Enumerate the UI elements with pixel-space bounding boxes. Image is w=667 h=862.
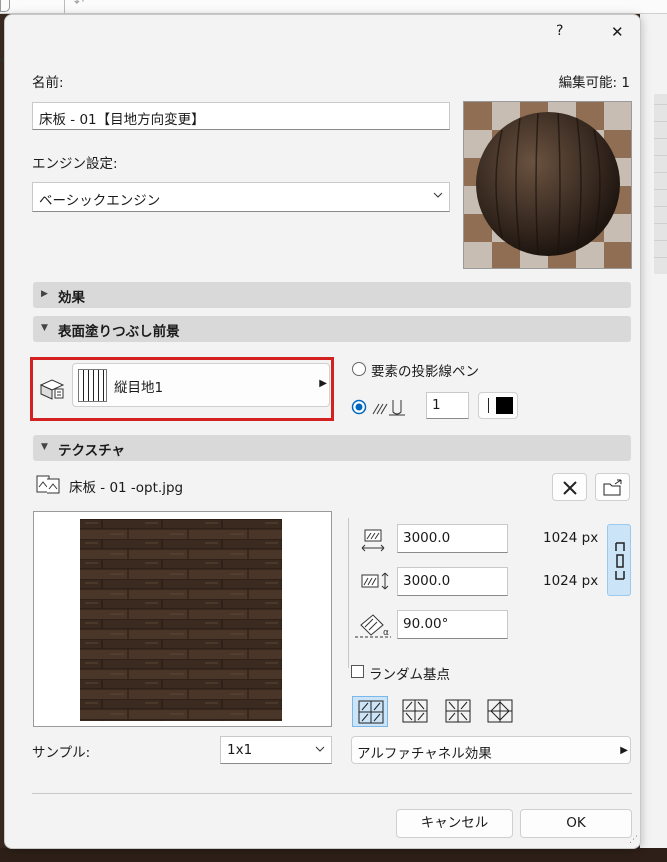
- texture-file-name: 床板 - 01 -opt.jpg: [69, 480, 184, 496]
- radio-element-pen-label: 要素の投影線ペン: [371, 364, 479, 380]
- engine-select-value: ベーシックエンジン: [39, 193, 161, 209]
- expanded-triangle-icon: ▼: [41, 323, 48, 333]
- name-input[interactable]: 床板 - 01【目地方向変更】: [32, 102, 450, 130]
- fill-pattern-swatch: [78, 369, 107, 402]
- sample-label: サンプル:: [32, 745, 91, 761]
- background-app-panel: [640, 14, 667, 849]
- resize-grip-icon[interactable]: ⋰: [629, 835, 638, 845]
- background-floor: [0, 848, 667, 862]
- pen-line-icon: [488, 398, 489, 413]
- background-icon: [0, 0, 10, 12]
- checkbox-box: [351, 665, 364, 678]
- chevron-down-icon: [433, 190, 443, 200]
- grid-align-icon: [445, 699, 471, 723]
- align-option-4[interactable]: [482, 696, 518, 727]
- close-button[interactable]: ✕: [611, 23, 624, 41]
- effects-section-title: 効果: [58, 290, 85, 306]
- folder-open-icon: [603, 479, 622, 496]
- chain-link-icon: [615, 542, 625, 580]
- sample-select[interactable]: 1x1: [220, 736, 332, 764]
- random-origin-label: ランダム基点: [369, 667, 450, 683]
- material-settings-dialog: ? ✕ 名前: 編集可能: 1 床板 - 01【目地方向変更】 エンジン設定: …: [4, 14, 641, 849]
- align-option-1[interactable]: [352, 696, 388, 727]
- material-preview: [463, 101, 632, 269]
- svg-text:α: α: [383, 628, 389, 638]
- divider: [348, 518, 349, 668]
- close-icon: [563, 481, 577, 495]
- fill-pattern-icon: [38, 377, 66, 401]
- fill-pattern-name: 縦目地1: [114, 380, 164, 396]
- name-label: 名前:: [32, 75, 64, 91]
- grid-align-icon: [402, 699, 428, 723]
- grid-align-icon: [487, 699, 513, 723]
- pen-color-swatch: [496, 397, 513, 414]
- texture-section-title: テクスチャ: [58, 443, 125, 459]
- texture-angle-input[interactable]: 90.00°: [397, 610, 508, 639]
- texture-image: [80, 519, 282, 721]
- texture-height-input[interactable]: 3000.0: [397, 567, 508, 596]
- texture-width-icon: [360, 528, 386, 552]
- background-app-toolbar: ↶: [0, 0, 667, 14]
- pen-color-button[interactable]: [478, 392, 518, 419]
- expanded-triangle-icon: ▼: [41, 442, 48, 452]
- surface-section-header[interactable]: ▼ 表面塗りつぶし前景: [33, 316, 631, 342]
- radio-custom-pen[interactable]: [351, 399, 367, 415]
- texture-height-px: 1024 px: [543, 573, 599, 589]
- link-proportions-button[interactable]: [607, 524, 631, 596]
- texture-angle-icon: α: [353, 611, 393, 639]
- chevron-down-icon: [315, 744, 325, 754]
- alpha-channel-label: アルファチャネル効果: [357, 746, 492, 762]
- pen-number-input[interactable]: 1: [426, 392, 469, 419]
- open-texture-button[interactable]: [595, 473, 630, 501]
- engine-label: エンジン設定:: [32, 156, 118, 172]
- alpha-channel-button[interactable]: アルファチャネル効果 ▶: [351, 736, 631, 764]
- help-button[interactable]: ?: [556, 23, 563, 39]
- cancel-button[interactable]: キャンセル: [396, 809, 513, 838]
- texture-file-icon: [35, 473, 61, 495]
- align-option-2[interactable]: [397, 696, 433, 727]
- ok-button[interactable]: OK: [520, 809, 632, 838]
- editable-count: 編集可能: 1: [558, 75, 630, 91]
- pen-icon: [371, 396, 407, 418]
- texture-width-input[interactable]: 3000.0: [397, 524, 508, 553]
- fill-pattern-selector[interactable]: 縦目地1 ▶: [72, 363, 330, 407]
- sample-select-value: 1x1: [227, 742, 253, 758]
- grid-align-icon: [358, 700, 384, 724]
- align-option-3[interactable]: [440, 696, 476, 727]
- submenu-arrow-icon: ▶: [620, 745, 628, 756]
- texture-height-icon: [360, 571, 390, 591]
- texture-width-px: 1024 px: [543, 530, 599, 546]
- surface-section-title: 表面塗りつぶし前景: [58, 324, 180, 340]
- collapsed-triangle-icon: ▶: [41, 289, 48, 299]
- effects-section-header[interactable]: ▶ 効果: [33, 282, 631, 308]
- background-grid: [654, 94, 667, 274]
- texture-section-header[interactable]: ▼ テクスチャ: [33, 435, 631, 461]
- texture-preview: [33, 511, 332, 727]
- engine-select[interactable]: ベーシックエンジン: [32, 182, 450, 212]
- background-divider: [64, 0, 65, 13]
- submenu-arrow-icon: ▶: [319, 378, 327, 389]
- remove-texture-button[interactable]: [552, 473, 587, 501]
- background-undo-icon: ↶: [74, 0, 85, 9]
- footer-divider: [32, 793, 632, 794]
